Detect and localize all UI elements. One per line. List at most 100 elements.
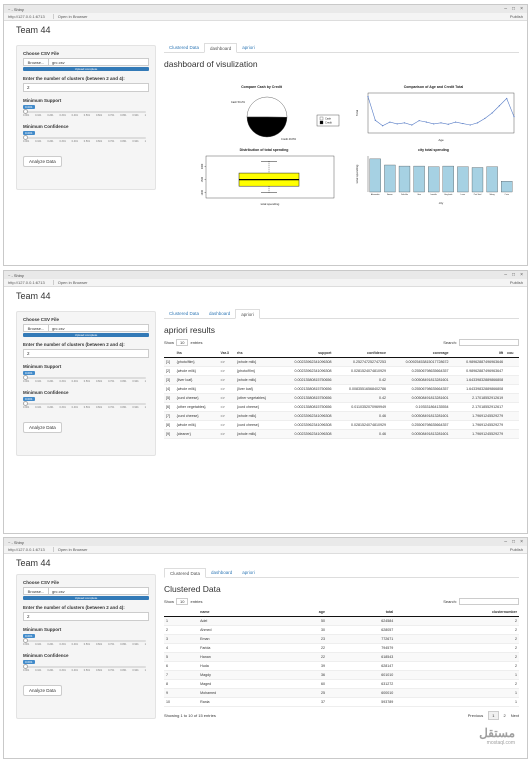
slider-tick-label: 0.901 bbox=[132, 114, 139, 117]
column-header[interactable]: name bbox=[198, 608, 284, 617]
tab-dashboard[interactable]: dashboard bbox=[206, 568, 237, 577]
page-2-button[interactable]: 2 bbox=[504, 713, 506, 718]
slider-tick-label: 0.801 bbox=[120, 406, 127, 409]
bar bbox=[471, 167, 484, 193]
tab-dashboard[interactable]: dashboard bbox=[204, 309, 235, 318]
browse-button[interactable]: Browse... bbox=[23, 324, 49, 332]
page-length-select[interactable]: 10 bbox=[176, 339, 189, 346]
line-point bbox=[433, 123, 435, 125]
table-row: [7] {curd cheese} => {whole milk} 0.00233962… bbox=[164, 411, 519, 421]
next-button[interactable]: Next bbox=[511, 713, 519, 718]
table-cell: 0.252747252747253 bbox=[333, 357, 389, 367]
publish-button[interactable]: Publish bbox=[510, 280, 523, 285]
confidence-slider-track[interactable] bbox=[23, 137, 146, 139]
slider-tick-label: 0.701 bbox=[108, 643, 115, 646]
tab-apriori[interactable]: apriori bbox=[237, 568, 260, 577]
table-cell: [4] bbox=[164, 384, 175, 394]
publish-button[interactable]: Publish bbox=[510, 14, 523, 19]
support-slider[interactable]: 0.001 0.001 0.101 0.201 0.301 0.401 0.501 0.60… bbox=[23, 371, 149, 385]
tab-clustered-data[interactable]: Clustered Data bbox=[164, 309, 204, 318]
publish-button[interactable]: Publish bbox=[510, 547, 523, 552]
line-point bbox=[403, 122, 406, 124]
minimize-icon[interactable]: – bbox=[504, 539, 507, 545]
browse-button[interactable]: Browse... bbox=[23, 587, 49, 595]
clusters-input[interactable]: 2 bbox=[23, 612, 149, 621]
bar-chart: Alexandria Aswan Dakahlia Giza Ismailia Hurgh… bbox=[355, 156, 513, 205]
column-header[interactable]: Var.3 bbox=[218, 349, 236, 358]
column-header[interactable]: lift bbox=[450, 349, 506, 358]
analyze-data-button[interactable]: Analyze Data bbox=[23, 156, 62, 167]
table-cell: 4 bbox=[164, 643, 199, 653]
close-icon[interactable]: × bbox=[520, 6, 523, 12]
table-cell: 0.00835516568402786 bbox=[333, 384, 389, 394]
bar-category-label: Sohag bbox=[489, 194, 494, 196]
support-slider-track[interactable] bbox=[23, 640, 146, 642]
bar bbox=[384, 164, 396, 193]
tab-dashboard[interactable]: dashboard bbox=[204, 43, 238, 53]
analyze-data-button[interactable]: Analyze Data bbox=[23, 422, 62, 433]
window-titlebar: ~ - Shiny – □ × bbox=[4, 538, 527, 546]
close-icon[interactable]: × bbox=[520, 539, 523, 545]
support-slider[interactable]: 0.001 0.001 0.101 0.201 0.301 0.401 0.501 0.60… bbox=[23, 105, 149, 119]
confidence-slider[interactable]: 0.001 0.001 0.101 0.201 0.301 0.401 0.501 0.60… bbox=[23, 131, 149, 145]
open-in-browser-button[interactable]: Open in Browser bbox=[52, 280, 88, 285]
browse-button[interactable]: Browse... bbox=[23, 58, 49, 66]
maximize-icon[interactable]: □ bbox=[512, 272, 515, 278]
open-in-browser-button[interactable]: Open in Browser bbox=[52, 14, 88, 19]
column-header[interactable]: age bbox=[283, 608, 327, 617]
confidence-slider[interactable]: 0.001 0.001 0.101 0.201 0.301 0.401 0.501 0.60… bbox=[23, 660, 149, 674]
support-slider-track[interactable] bbox=[23, 111, 146, 113]
tab-clustered-data[interactable]: Clustered Data bbox=[164, 568, 207, 578]
slider-tick-label: 0.201 bbox=[47, 114, 54, 117]
column-header[interactable]: clusternumber bbox=[395, 608, 519, 617]
table-cell: 39 bbox=[283, 661, 327, 671]
url-text[interactable]: http://127.0.0.1:6713 bbox=[8, 280, 45, 285]
open-in-browser-button[interactable]: Open in Browser bbox=[52, 547, 88, 552]
url-text[interactable]: http://127.0.0.1:6713 bbox=[8, 547, 45, 552]
tab-apriori[interactable]: apriori bbox=[237, 43, 260, 52]
confidence-slider[interactable]: 0.001 0.001 0.101 0.201 0.301 0.401 0.501 0.60… bbox=[23, 397, 149, 411]
confidence-slider-track[interactable] bbox=[23, 403, 146, 405]
slider-tick-label: 1 bbox=[144, 140, 146, 143]
column-header[interactable]: cou bbox=[505, 349, 519, 358]
analyze-data-button[interactable]: Analyze Data bbox=[23, 685, 62, 696]
column-header[interactable] bbox=[164, 349, 175, 358]
page-length-select[interactable]: 10 bbox=[176, 598, 189, 605]
slider-tick-label: 0.201 bbox=[47, 140, 54, 143]
clusters-input[interactable]: 2 bbox=[23, 349, 149, 358]
previous-button[interactable]: Previous bbox=[468, 713, 484, 718]
table-row: [8] {whole milk} => {curd cheese} 0.00233962… bbox=[164, 420, 519, 430]
table-row: 5 Hanan 22 618543 2 bbox=[164, 652, 519, 662]
minimize-icon[interactable]: – bbox=[504, 6, 507, 12]
minimize-icon[interactable]: – bbox=[504, 272, 507, 278]
support-slider[interactable]: 0.001 0.001 0.101 0.201 0.301 0.401 0.501 0.60… bbox=[23, 634, 149, 648]
maximize-icon[interactable]: □ bbox=[512, 6, 515, 12]
column-header[interactable]: coverage bbox=[388, 349, 451, 358]
column-header[interactable]: lhs bbox=[174, 349, 219, 358]
entries-label: entries bbox=[190, 599, 203, 604]
clusters-input[interactable]: 2 bbox=[23, 83, 149, 92]
support-slider-track[interactable] bbox=[23, 377, 146, 379]
maximize-icon[interactable]: □ bbox=[512, 539, 515, 545]
url-text[interactable]: http://127.0.0.1:6713 bbox=[8, 14, 45, 19]
line-point bbox=[418, 120, 420, 122]
table-cell: Magdy bbox=[198, 670, 284, 680]
slider-tick-label: 0.701 bbox=[108, 380, 115, 383]
close-icon[interactable]: × bbox=[520, 272, 523, 278]
table-info: Showing 1 to 10 of 15 entries bbox=[164, 713, 216, 718]
column-header[interactable]: total bbox=[327, 608, 396, 617]
slider-tick-label: 0.601 bbox=[95, 406, 103, 409]
search-input[interactable] bbox=[459, 598, 519, 605]
column-header[interactable]: rhs bbox=[235, 349, 279, 358]
table-cell: {curd cheese} bbox=[235, 420, 279, 430]
slider-tick-label: 1 bbox=[144, 114, 146, 117]
tab-apriori[interactable]: apriori bbox=[235, 309, 260, 319]
tab-clustered-data[interactable]: Clustered Data bbox=[164, 43, 204, 52]
search-input[interactable] bbox=[459, 339, 519, 346]
confidence-slider-track[interactable] bbox=[23, 666, 146, 668]
page-1-button[interactable]: 1 bbox=[488, 711, 499, 720]
column-header[interactable]: support bbox=[278, 349, 334, 358]
column-header[interactable]: confidence bbox=[333, 349, 389, 358]
slider-tick-label: 0.301 bbox=[59, 140, 66, 143]
column-header[interactable] bbox=[164, 608, 199, 617]
